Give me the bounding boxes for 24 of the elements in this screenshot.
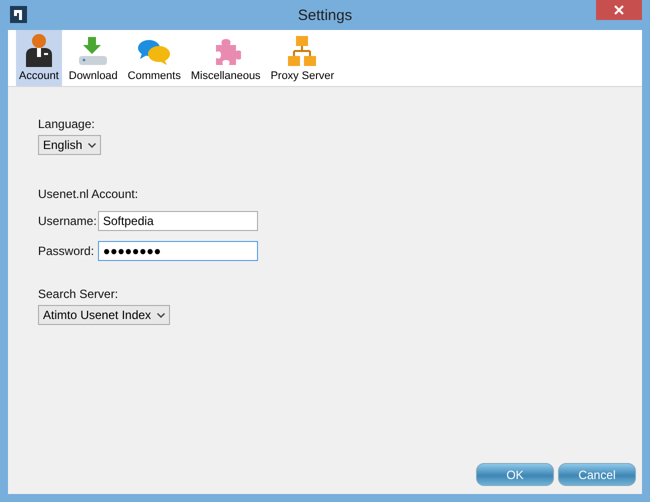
toolbar-tab[interactable]: Proxy Server	[268, 30, 338, 86]
field-label: Username:	[38, 214, 98, 228]
download-icon	[77, 35, 110, 67]
field-label: Search Server:	[38, 287, 120, 301]
network-icon	[287, 35, 318, 67]
dropdown[interactable]: English	[38, 135, 102, 155]
close-icon	[614, 5, 624, 15]
toolbar-tab[interactable]: Miscellaneous	[188, 30, 264, 86]
input-field[interactable]: Softpedia	[98, 211, 258, 231]
section-label: Usenet.nl Account:	[38, 187, 140, 201]
chevron-icon	[157, 312, 166, 318]
dropdown[interactable]: Atimto Usenet Index	[38, 305, 170, 325]
toolbar-tab[interactable]: Comments	[124, 30, 184, 86]
toolbar-tab[interactable]: Account	[16, 30, 62, 86]
input-field[interactable]: ●●●●●●●●	[98, 241, 258, 261]
close-button[interactable]	[596, 0, 642, 20]
field-label: Password:	[38, 244, 96, 258]
toolbar-tab[interactable]: Download	[66, 30, 121, 86]
chevron-icon	[88, 142, 96, 148]
person-icon	[24, 33, 54, 67]
window-title: Settings	[298, 6, 352, 24]
dialog-button[interactable]: Cancel	[558, 463, 636, 486]
speech-bubbles-icon	[137, 37, 172, 67]
field-label: Language:	[38, 117, 96, 131]
